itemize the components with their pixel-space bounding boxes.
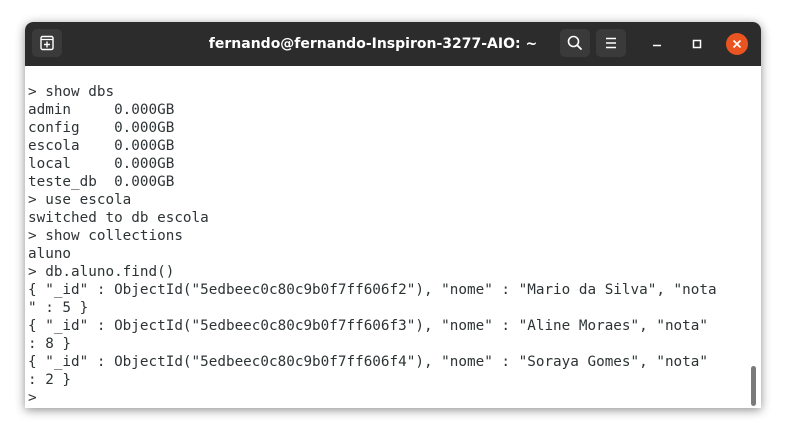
- terminal-line: config 0.000GB: [28, 120, 175, 136]
- terminal-lines: > show dbs admin 0.000GB config 0.000GB …: [28, 83, 717, 407]
- menu-button[interactable]: [596, 29, 626, 57]
- terminal-line: aluno: [28, 246, 72, 262]
- terminal-line: { "_id" : ObjectId("5edbeec0c80c9b0f7ff6…: [28, 354, 708, 370]
- terminal-line: > use escola: [28, 192, 132, 208]
- minimize-icon: [653, 44, 661, 47]
- terminal-line: local 0.000GB: [28, 156, 175, 172]
- terminal-line: " : 5 }: [28, 300, 89, 316]
- title-bar[interactable]: fernando@fernando-Inspiron-3277-AIO: ~: [25, 22, 761, 66]
- hamburger-menu-icon: [606, 37, 616, 49]
- terminal-output[interactable]: > show dbs admin 0.000GB config 0.000GB …: [25, 66, 761, 408]
- terminal-line: admin 0.000GB: [28, 102, 175, 118]
- search-icon: [567, 35, 582, 50]
- terminal-line: > show dbs: [28, 84, 115, 100]
- terminal-line: escola 0.000GB: [28, 138, 175, 154]
- close-icon: [732, 39, 742, 49]
- new-tab-button[interactable]: [32, 29, 62, 57]
- terminal-line: switched to db escola: [28, 210, 209, 226]
- scrollbar-thumb[interactable]: [751, 366, 756, 406]
- terminal-line: > show collections: [28, 228, 183, 244]
- close-button[interactable]: [726, 33, 748, 55]
- new-tab-icon: [40, 35, 54, 51]
- maximize-icon: [692, 39, 702, 49]
- maximize-button[interactable]: [686, 33, 708, 55]
- terminal-line: teste_db 0.000GB: [28, 174, 175, 190]
- terminal-line: > db.aluno.find(): [28, 264, 175, 280]
- terminal-line: : 2 }: [28, 372, 72, 388]
- terminal-line: { "_id" : ObjectId("5edbeec0c80c9b0f7ff6…: [28, 282, 717, 298]
- terminal-line: { "_id" : ObjectId("5edbeec0c80c9b0f7ff6…: [28, 318, 708, 334]
- terminal-line: : 8 }: [28, 336, 72, 352]
- search-button[interactable]: [560, 29, 590, 57]
- window-title: fernando@fernando-Inspiron-3277-AIO: ~: [208, 36, 538, 52]
- terminal-window: fernando@fernando-Inspiron-3277-AIO: ~ >…: [25, 22, 761, 408]
- terminal-prompt[interactable]: >: [28, 389, 717, 407]
- minimize-button[interactable]: [646, 33, 668, 55]
